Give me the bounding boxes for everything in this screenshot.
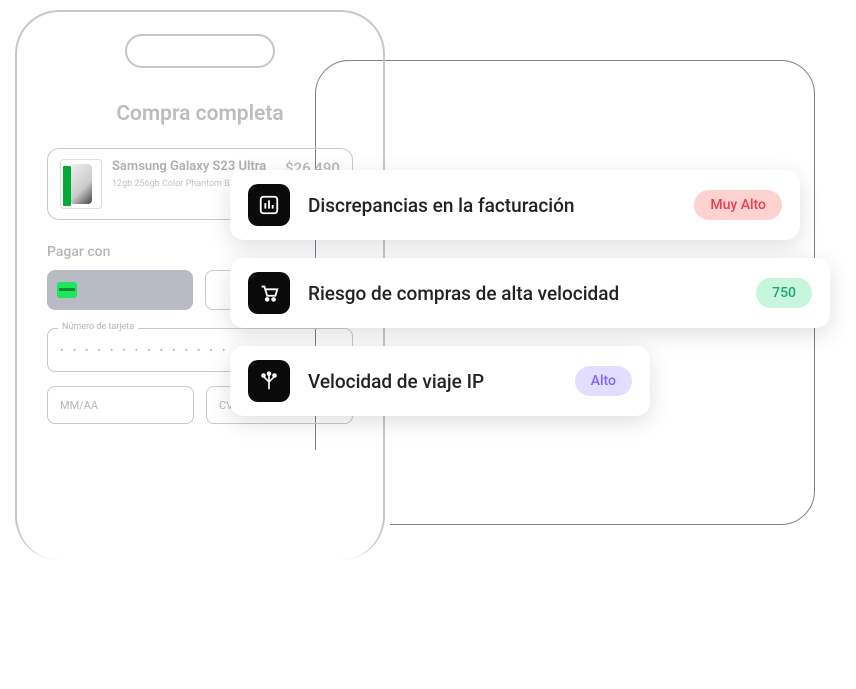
risk-badge: Muy Alto	[694, 190, 782, 220]
expiry-placeholder: MM/AA	[60, 399, 98, 412]
cart-icon	[248, 272, 290, 314]
risk-card-ip: Velocidad de viaje IP Alto	[230, 346, 650, 416]
phone-notch	[125, 34, 275, 68]
risk-title: Riesgo de compras de alta velocidad	[308, 282, 738, 305]
risk-card-billing: Discrepancias en la facturación Muy Alto	[230, 170, 800, 240]
risk-badge: 750	[756, 278, 812, 308]
pay-option-card[interactable]	[47, 270, 193, 310]
network-icon	[248, 360, 290, 402]
risk-title: Discrepancias en la facturación	[308, 194, 676, 217]
page-title: Compra completa	[47, 102, 353, 126]
risk-badge: Alto	[575, 366, 632, 396]
credit-card-icon	[57, 282, 77, 298]
product-thumbnail	[60, 159, 102, 209]
chart-icon	[248, 184, 290, 226]
card-number-label: Número de tarjeta	[58, 322, 138, 332]
risk-card-velocity: Riesgo de compras de alta velocidad 750	[230, 258, 830, 328]
card-number-value: • • • • • • • • • • • • • • • •	[60, 344, 253, 357]
expiry-input[interactable]: MM/AA	[47, 386, 194, 424]
risk-title: Velocidad de viaje IP	[308, 370, 557, 393]
